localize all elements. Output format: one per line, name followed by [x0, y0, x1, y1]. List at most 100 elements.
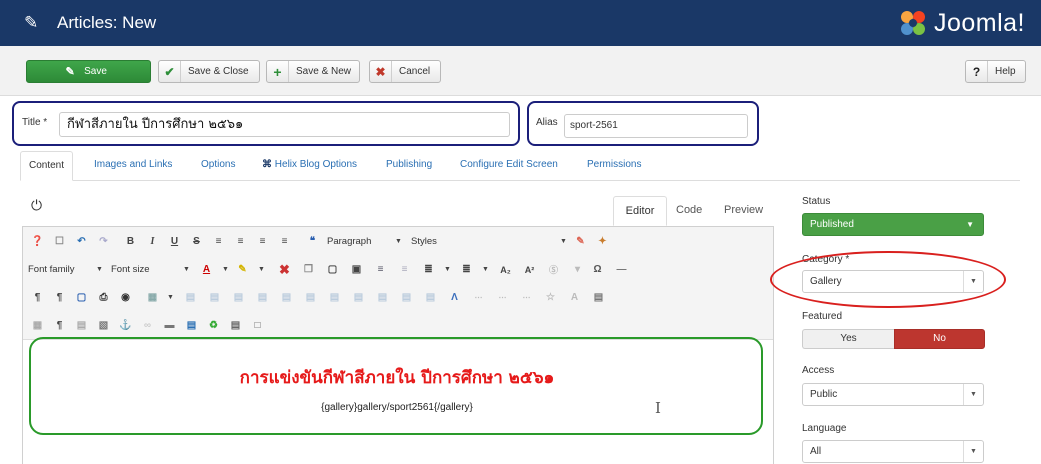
font-family-select[interactable]: Font family	[28, 261, 86, 279]
link-icon[interactable]: ∞	[139, 317, 156, 334]
chevron-down-icon[interactable]: ▼	[91, 261, 108, 278]
superscript-icon[interactable]: ≡	[396, 261, 413, 278]
image-icon[interactable]: ▤	[183, 317, 200, 334]
dropdown-small-icon[interactable]: ▾	[569, 261, 586, 278]
chevron-down-icon[interactable]: ▼	[439, 261, 456, 278]
highlight-icon[interactable]: ✎	[234, 261, 251, 278]
table-col-props-icon[interactable]: ▤	[374, 289, 391, 306]
table-merge-icon[interactable]: ▤	[254, 289, 271, 306]
superscript-a-icon[interactable]: A²	[521, 261, 538, 278]
status-select[interactable]: Published ▼	[802, 213, 984, 236]
chevron-down-icon[interactable]: ▼	[217, 261, 234, 278]
cancel-button[interactable]: ✖ Cancel	[369, 60, 441, 83]
redo-icon[interactable]: ↷	[95, 233, 112, 250]
special-char-icon[interactable]: Ω	[589, 261, 606, 278]
visual-aid-icon[interactable]: ▦	[29, 317, 46, 334]
strikethrough-icon[interactable]: S	[188, 233, 205, 250]
bold-icon[interactable]: B	[122, 233, 139, 250]
chevron-down-icon[interactable]: ▼	[162, 289, 179, 306]
search-replace-icon[interactable]: ◉	[117, 289, 134, 306]
subscript-icon[interactable]: ≡	[372, 261, 389, 278]
featured-no-button[interactable]: No	[894, 329, 985, 349]
table-icon[interactable]: ▦	[144, 289, 161, 306]
fullscreen-icon[interactable]: ▢	[73, 289, 90, 306]
toggle-editor-icon[interactable]: ⏻	[31, 197, 45, 213]
insert-media-icon[interactable]: ▧	[95, 317, 112, 334]
align-center-icon[interactable]: ≡	[232, 233, 249, 250]
language-select[interactable]: All ▼	[802, 440, 984, 463]
acronym-icon[interactable]: ⋯	[494, 289, 511, 306]
editor-tab-preview[interactable]: Preview	[724, 196, 763, 226]
chevron-down-icon[interactable]: ▼	[390, 233, 407, 250]
tab-content[interactable]: Content	[20, 151, 74, 181]
font-size-select[interactable]: Font size	[111, 261, 173, 279]
table-props-icon[interactable]: ▤	[350, 289, 367, 306]
numbered-list-icon[interactable]: ≣	[420, 261, 437, 278]
spellcheck-icon[interactable]: Λ	[446, 289, 463, 306]
editor-tab-editor[interactable]: Editor	[613, 196, 667, 226]
joomla-logo[interactable]: Joomla!	[898, 8, 1025, 38]
table-row-props-icon[interactable]: ▤	[398, 289, 415, 306]
paste-icon[interactable]: ▢	[324, 261, 341, 278]
cut-icon[interactable]: ✖	[276, 261, 293, 278]
show-blocks-icon[interactable]: ¶	[51, 317, 68, 334]
save-close-button[interactable]: ✔ Save & Close	[158, 60, 260, 83]
table-col-icon[interactable]: ▤	[206, 289, 223, 306]
undo-icon[interactable]: ↶	[73, 233, 90, 250]
underline-icon[interactable]: U	[166, 233, 183, 250]
pagebreak-icon[interactable]: ▤	[227, 317, 244, 334]
table-cell-icon[interactable]: ▤	[230, 289, 247, 306]
save-new-button[interactable]: + Save & New	[266, 60, 360, 83]
tab-options[interactable]: Options	[201, 151, 235, 181]
new-document-icon[interactable]: ☐	[51, 233, 68, 250]
clear-format-icon[interactable]: Ⓢ	[545, 261, 562, 278]
unlink-icon[interactable]: ▬	[161, 317, 178, 334]
table-border-icon[interactable]: ▤	[422, 289, 439, 306]
chevron-down-icon[interactable]: ▼	[253, 261, 270, 278]
align-left-icon[interactable]: ≡	[210, 233, 227, 250]
ltr-icon[interactable]: ¶	[29, 289, 46, 306]
eraser-icon[interactable]: ✎	[572, 233, 589, 250]
title-input[interactable]: กีฬาสีภายใน ปีการศึกษา ๒๕๖๑	[59, 112, 510, 137]
table-insert-icon[interactable]: ▤	[302, 289, 319, 306]
copy-icon[interactable]: ❐	[300, 261, 317, 278]
chevron-down-icon[interactable]: ▼	[477, 261, 494, 278]
align-justify-icon[interactable]: ≡	[276, 233, 293, 250]
table-row-icon[interactable]: ▤	[182, 289, 199, 306]
chevron-down-icon[interactable]: ▼	[178, 261, 195, 278]
tab-permissions[interactable]: Permissions	[587, 151, 641, 181]
cite-icon[interactable]: ⋯	[518, 289, 535, 306]
chevron-down-icon[interactable]: ▼	[555, 233, 572, 250]
save-button[interactable]: ✎ Save	[26, 60, 151, 83]
editor-tab-code[interactable]: Code	[676, 196, 702, 226]
tab-images-and-links[interactable]: Images and Links	[94, 151, 172, 181]
horizontal-rule-icon[interactable]: —	[613, 261, 630, 278]
rtl-icon[interactable]: ¶	[51, 289, 68, 306]
insert-file-icon[interactable]: ▤	[73, 317, 90, 334]
ins-icon[interactable]: ☆	[542, 289, 559, 306]
del-icon[interactable]: A	[566, 289, 583, 306]
table-delete-icon[interactable]: ▤	[326, 289, 343, 306]
text-color-icon[interactable]: A	[198, 261, 215, 278]
format-select[interactable]: Paragraph	[327, 233, 393, 251]
subscript-a-icon[interactable]: A₂	[497, 261, 514, 278]
paste-text-icon[interactable]: ▣	[348, 261, 365, 278]
code-icon[interactable]: ♻	[205, 317, 222, 334]
print-icon[interactable]: ⎙	[95, 289, 112, 306]
anchor-icon[interactable]: ⚓	[117, 317, 134, 334]
template-icon[interactable]: ▤	[590, 289, 607, 306]
tab-helix-blog-options[interactable]: ⌘ Helix Blog Options	[262, 151, 357, 181]
tab-configure-edit-screen[interactable]: Configure Edit Screen	[460, 151, 558, 181]
italic-icon[interactable]: I	[144, 233, 161, 250]
align-right-icon[interactable]: ≡	[254, 233, 271, 250]
help-button[interactable]: ? Help	[965, 60, 1026, 83]
styles-select[interactable]: Styles	[411, 233, 471, 251]
alias-input[interactable]: sport-2561	[564, 114, 748, 138]
featured-yes-button[interactable]: Yes	[802, 329, 894, 349]
tab-publishing[interactable]: Publishing	[386, 151, 432, 181]
readmore-icon[interactable]: □	[249, 317, 266, 334]
blockquote-icon[interactable]: ❝	[304, 233, 321, 250]
help-circle-icon[interactable]: ❓	[29, 233, 46, 250]
bulleted-list-icon[interactable]: ≣	[458, 261, 475, 278]
paint-icon[interactable]: ✦	[594, 233, 611, 250]
